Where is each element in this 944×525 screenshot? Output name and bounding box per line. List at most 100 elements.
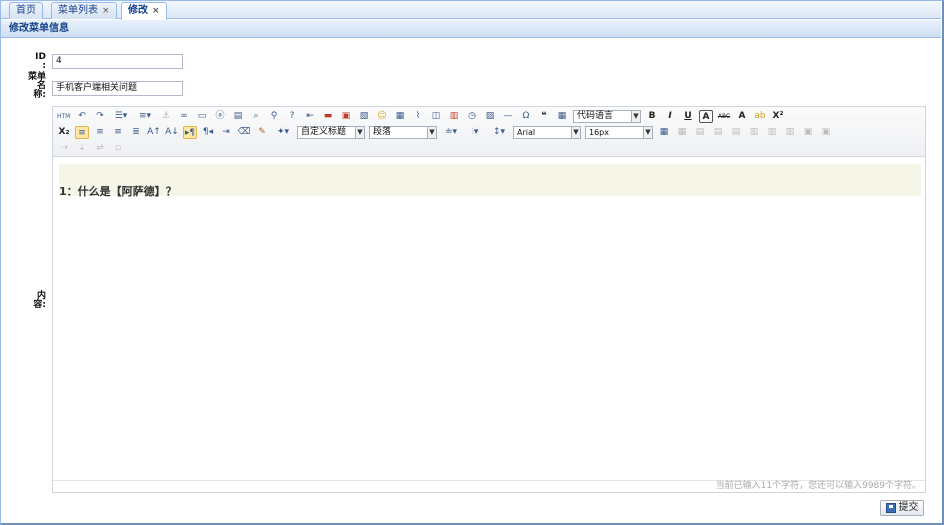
- indent-icon[interactable]: ⇥: [219, 126, 233, 139]
- delete-row-icon[interactable]: ▤: [729, 126, 743, 139]
- rtl-direction-icon[interactable]: ¶◂: [201, 126, 215, 139]
- underline-icon[interactable]: U: [681, 110, 695, 123]
- menu-name-label: 菜单 名 称:: [22, 73, 46, 100]
- align-right-icon[interactable]: ≡: [111, 126, 125, 139]
- merge-right-icon[interactable]: ⇢: [57, 142, 71, 155]
- submit-button[interactable]: 提交: [880, 500, 924, 516]
- map-icon[interactable]: ◫: [429, 110, 443, 123]
- format-brush-icon[interactable]: ✎: [255, 126, 269, 139]
- insert-col-after-icon[interactable]: ▥: [765, 126, 779, 139]
- merge-down-icon[interactable]: ⇣: [75, 142, 89, 155]
- background-color-icon[interactable]: ab: [753, 110, 767, 123]
- eraser-icon[interactable]: ⌫: [237, 126, 251, 139]
- strikethrough-icon[interactable]: ABC: [717, 110, 731, 123]
- date-icon[interactable]: ▥: [447, 110, 461, 123]
- time-icon[interactable]: ◷: [465, 110, 479, 123]
- split-to-cols-icon[interactable]: ▫: [111, 142, 125, 155]
- chevron-down-icon: ▼: [643, 127, 652, 138]
- align-left-icon[interactable]: ≡: [75, 126, 89, 139]
- image-icon[interactable]: ▬: [321, 110, 335, 123]
- code-language-value: 代码语言: [577, 111, 614, 121]
- blockquote-icon[interactable]: ❝: [537, 110, 551, 123]
- pagebreak-icon[interactable]: ⇤: [303, 110, 317, 123]
- chevron-down-icon: ▼: [571, 127, 580, 138]
- redo-icon[interactable]: ↷: [93, 110, 107, 123]
- bold-icon[interactable]: B: [645, 110, 659, 123]
- editor-toolbar: HTML ↶ ↷ ☰▾ ≡▾ ⚓ ∞ ▭ ⓐ ▤ ⌕ ⚲ ? ⇤ ▬ ▣ ▧ ☺…: [53, 107, 925, 157]
- link-icon[interactable]: ∞: [177, 110, 191, 123]
- horizontal-rule-icon[interactable]: —: [501, 110, 515, 123]
- editor-content-text[interactable]: 1：什么是【阿萨德】？: [59, 183, 177, 199]
- word-count: 当前已输入11个字符，您还可以输入9989个字符。: [53, 480, 925, 492]
- toolbar-row-2: X₂ ≡ ≡ ≡ ≣ A↑ A↓ ▸¶ ¶◂ ⇥ ⌫ ✎ ✦▾ 自定义标题 ▼ 段…: [57, 125, 833, 140]
- font-shrink-icon[interactable]: A↓: [165, 126, 179, 139]
- font-grow-icon[interactable]: A↑: [147, 126, 161, 139]
- font-size-value: 16px: [589, 128, 609, 137]
- special-char-icon[interactable]: Ω: [519, 110, 533, 123]
- line-height-icon[interactable]: ≐▾: [441, 126, 461, 139]
- insert-row-before-icon[interactable]: ▤: [693, 126, 707, 139]
- unordered-list-icon[interactable]: ☰▾: [111, 110, 131, 123]
- paragraph-select[interactable]: 段落 ▼: [369, 126, 437, 139]
- row-spacing-icon[interactable]: ↕▾: [489, 126, 509, 139]
- font-color-icon[interactable]: A: [735, 110, 749, 123]
- video-icon[interactable]: ▦: [393, 110, 407, 123]
- page-icon[interactable]: ▭: [195, 110, 209, 123]
- split-cells-icon[interactable]: ▣: [819, 126, 833, 139]
- table-icon[interactable]: ▦: [555, 110, 569, 123]
- multi-image-icon[interactable]: ▣: [339, 110, 353, 123]
- id-field[interactable]: 4: [52, 54, 183, 69]
- html-icon[interactable]: HTML: [57, 110, 71, 123]
- delete-table-icon[interactable]: ▦: [675, 126, 689, 139]
- italic-icon[interactable]: I: [663, 110, 677, 123]
- tab-home[interactable]: 首页: [9, 2, 43, 19]
- content-highlight: [59, 164, 921, 196]
- font-family-select[interactable]: Arial ▼: [513, 126, 581, 139]
- insert-row-after-icon[interactable]: ▤: [711, 126, 725, 139]
- emoticon-icon[interactable]: ☺: [375, 110, 389, 123]
- insert-col-before-icon[interactable]: ▥: [747, 126, 761, 139]
- preview-icon[interactable]: ⌕: [249, 110, 263, 123]
- submit-label: 提交: [898, 502, 919, 513]
- subscript-icon[interactable]: X₂: [57, 126, 71, 139]
- align-center-icon[interactable]: ≡: [93, 126, 107, 139]
- template-icon[interactable]: ▨: [483, 110, 497, 123]
- print-icon[interactable]: ▤: [231, 110, 245, 123]
- help-icon[interactable]: ?: [285, 110, 299, 123]
- menu-name-label-line: 称:: [33, 90, 46, 100]
- close-icon[interactable]: ×: [152, 6, 160, 16]
- attachment-icon[interactable]: ⌇: [411, 110, 425, 123]
- delete-col-icon[interactable]: ▥: [783, 126, 797, 139]
- anchor-icon[interactable]: ⚓: [159, 110, 173, 123]
- tab-edit[interactable]: 修改 ×: [121, 2, 167, 20]
- merge-cells-icon[interactable]: ▣: [801, 126, 815, 139]
- chevron-down-icon: ▼: [355, 127, 364, 138]
- ltr-direction-icon[interactable]: ▸¶: [183, 126, 197, 139]
- paragraph-spacing-icon[interactable]: ⫶▾: [465, 126, 485, 139]
- font-border-icon[interactable]: A: [699, 110, 713, 123]
- align-justify-icon[interactable]: ≣: [129, 126, 143, 139]
- toolbar-row-1: HTML ↶ ↷ ☰▾ ≡▾ ⚓ ∞ ▭ ⓐ ▤ ⌕ ⚲ ? ⇤ ▬ ▣ ▧ ☺…: [57, 109, 785, 124]
- font-size-select[interactable]: 16px ▼: [585, 126, 653, 139]
- close-icon[interactable]: ×: [102, 6, 110, 16]
- tab-home-label: 首页: [16, 5, 36, 16]
- content-label: 内 容:: [22, 292, 46, 310]
- undo-icon[interactable]: ↶: [75, 110, 89, 123]
- custom-heading-select[interactable]: 自定义标题 ▼: [297, 126, 365, 139]
- tab-edit-label: 修改: [128, 5, 148, 16]
- rich-text-editor[interactable]: HTML ↶ ↷ ☰▾ ≡▾ ⚓ ∞ ▭ ⓐ ▤ ⌕ ⚲ ? ⇤ ▬ ▣ ▧ ☺…: [52, 106, 926, 493]
- code-language-select[interactable]: 代码语言 ▼: [573, 110, 641, 123]
- tab-menu-list[interactable]: 菜单列表 ×: [51, 2, 117, 19]
- content-label-line: 容:: [33, 300, 46, 310]
- ordered-list-icon[interactable]: ≡▾: [135, 110, 155, 123]
- insert-table-icon[interactable]: ▦: [657, 126, 671, 139]
- split-to-rows-icon[interactable]: ⇌: [93, 142, 107, 155]
- insert-image-icon[interactable]: ▧: [357, 110, 371, 123]
- superscript-icon[interactable]: X²: [771, 110, 785, 123]
- menu-name-field[interactable]: 手机客户端相关问题: [52, 81, 183, 96]
- custom-heading-value: 自定义标题: [301, 127, 347, 137]
- search-replace-icon[interactable]: ⚲: [267, 110, 281, 123]
- text-icon[interactable]: ⓐ: [213, 110, 227, 123]
- toolbar-row-3: ⇢ ⇣ ⇌ ▫: [57, 141, 125, 156]
- auto-format-icon[interactable]: ✦▾: [273, 126, 293, 139]
